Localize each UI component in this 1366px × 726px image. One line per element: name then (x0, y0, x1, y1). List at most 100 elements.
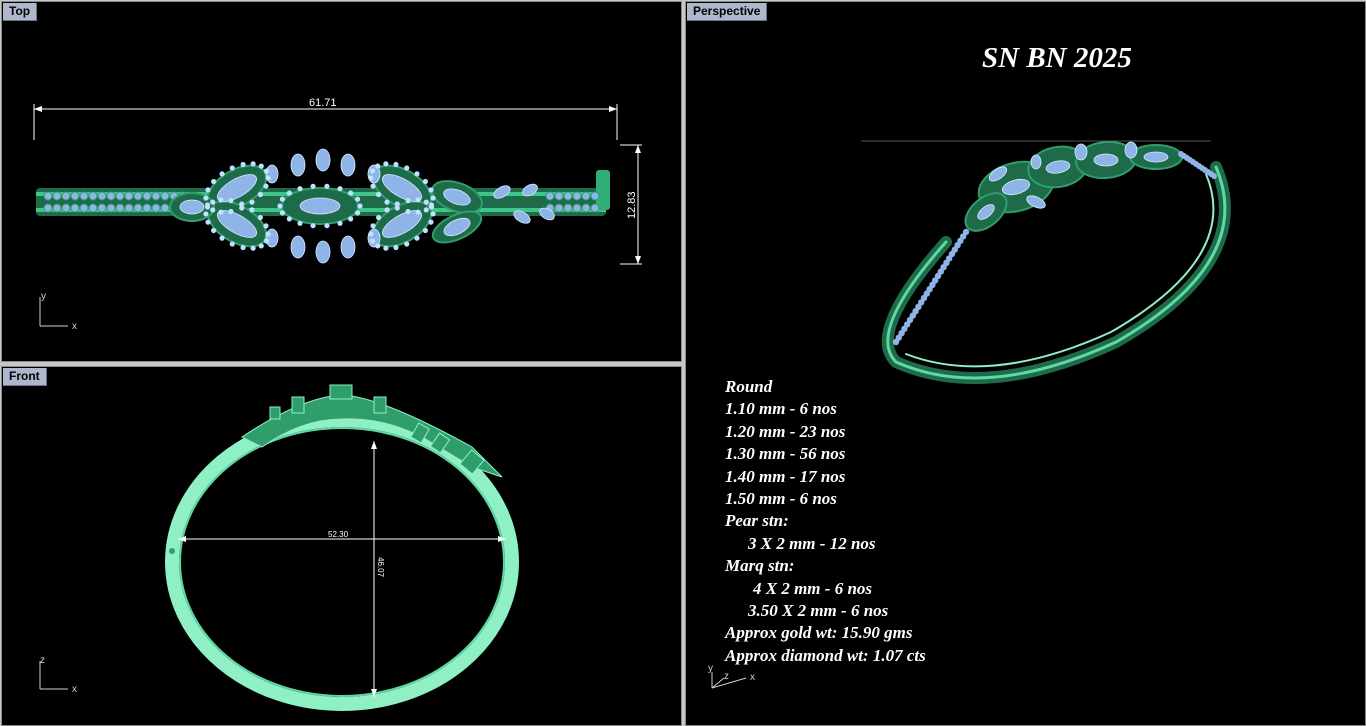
accent-stone (368, 175, 374, 181)
band-stone (554, 191, 564, 201)
spec-line: Round (725, 377, 773, 396)
front-viewport-tab[interactable]: Front (3, 368, 47, 386)
accent-stone (263, 183, 269, 189)
band-stone (572, 203, 582, 213)
band-stone (79, 191, 89, 201)
accent-stone (368, 231, 374, 237)
band-stone (563, 203, 573, 213)
accent-stone (348, 216, 354, 222)
band-stone (115, 191, 125, 201)
perspective-viewport-tab[interactable]: Perspective (687, 3, 768, 21)
accent-stone (265, 231, 271, 237)
accent-stone (422, 227, 428, 234)
band-stone (61, 191, 71, 201)
accent-stone (405, 197, 411, 204)
band-stone (61, 203, 71, 213)
accent-stone (354, 210, 361, 216)
band-stone (70, 191, 80, 201)
band-stone (590, 203, 600, 213)
accent-stone (218, 197, 224, 203)
spec-line: 1.20 mm - 23 nos (725, 421, 846, 441)
accent-stone (348, 190, 354, 196)
accent-stone (277, 203, 283, 209)
accent-stone (384, 199, 390, 205)
band-stone (545, 191, 555, 201)
perspective-viewport[interactable]: y z x Perspective SN BN 2025 Round 1.10 m… (685, 1, 1366, 726)
accent-stone (383, 161, 389, 167)
accent-stone (249, 207, 255, 213)
accent-stone (297, 186, 303, 192)
band-stone (124, 191, 134, 201)
band-stone (97, 203, 107, 213)
top-view-render: 61.71 12.83 y x (33, 97, 642, 332)
band-stone (133, 203, 143, 213)
band-stone (115, 203, 125, 213)
accent-stone (375, 243, 381, 249)
svg-text:y: y (708, 663, 713, 674)
accent-stone (428, 187, 434, 193)
accent-stone (239, 201, 245, 207)
accent-stone (211, 227, 217, 234)
spec-line: Approx gold wt: 15.90 gms (725, 623, 913, 643)
accent-stone (422, 178, 428, 185)
svg-text:x: x (72, 684, 77, 695)
accent-stone (430, 211, 436, 217)
perspective-band-stone (892, 338, 900, 346)
accent-stone (249, 199, 255, 205)
accent-stone (324, 223, 330, 229)
band-stone (70, 203, 80, 213)
front-axis-icon: z x (39, 655, 77, 695)
accent-stone (258, 163, 264, 169)
spec-line: 3.50 X 2 mm - 6 nos (748, 601, 889, 621)
band-stone (43, 191, 53, 201)
svg-text:z: z (724, 671, 729, 682)
design-title: SN BN 2025 (982, 42, 1132, 74)
accent-stone (375, 163, 381, 169)
spec-line: 1.30 mm - 56 nos (725, 444, 846, 464)
band-stone (79, 203, 89, 213)
accent-stone (369, 168, 376, 174)
band-stone (43, 203, 53, 213)
svg-text:z: z (40, 655, 45, 666)
accent-stone (310, 183, 316, 189)
perspective-band-stone (1211, 173, 1217, 179)
accent-stone (250, 245, 256, 251)
dim-height-label: 12.83 (626, 191, 638, 219)
svg-text:y: y (41, 291, 46, 302)
top-viewport[interactable]: 61.71 12.83 y x Top (1, 1, 682, 362)
accent-stone (257, 214, 263, 221)
spec-line: 4 X 2 mm - 6 nos (753, 578, 873, 598)
accent-stone (357, 203, 363, 209)
accent-stone (370, 183, 376, 189)
accent-stone (414, 171, 420, 177)
accent-stone (384, 207, 390, 213)
band-stone (581, 191, 591, 201)
accent-stone (376, 191, 382, 198)
accent-stone (423, 199, 429, 205)
spec-line: 1.50 mm - 6 nos (725, 489, 837, 509)
accent-stone (354, 196, 361, 202)
top-viewport-tab[interactable]: Top (3, 3, 38, 21)
accent-stone (219, 235, 225, 241)
accent-stone (250, 161, 256, 167)
accent-stone (228, 197, 234, 204)
accent-stone (337, 186, 343, 192)
accent-stone (205, 219, 211, 225)
accent-stone (205, 187, 211, 193)
accent-stone (337, 220, 343, 226)
accent-stone (393, 244, 399, 251)
accent-stone (376, 214, 382, 221)
accent-stone (240, 161, 246, 168)
front-viewport[interactable]: 52.30 46.07 z x Front (1, 366, 682, 726)
accent-stone (203, 195, 209, 201)
band-stone (124, 203, 134, 213)
accent-stone (414, 235, 420, 241)
accent-stone (219, 171, 225, 177)
front-view-render: 52.30 46.07 z x (39, 384, 519, 711)
accent-stone (370, 223, 376, 229)
accent-stone (279, 210, 286, 216)
accent-stone (229, 165, 235, 171)
band-stone (52, 203, 62, 213)
spec-line: 1.40 mm - 17 nos (725, 466, 846, 486)
accent-stone (263, 168, 270, 174)
